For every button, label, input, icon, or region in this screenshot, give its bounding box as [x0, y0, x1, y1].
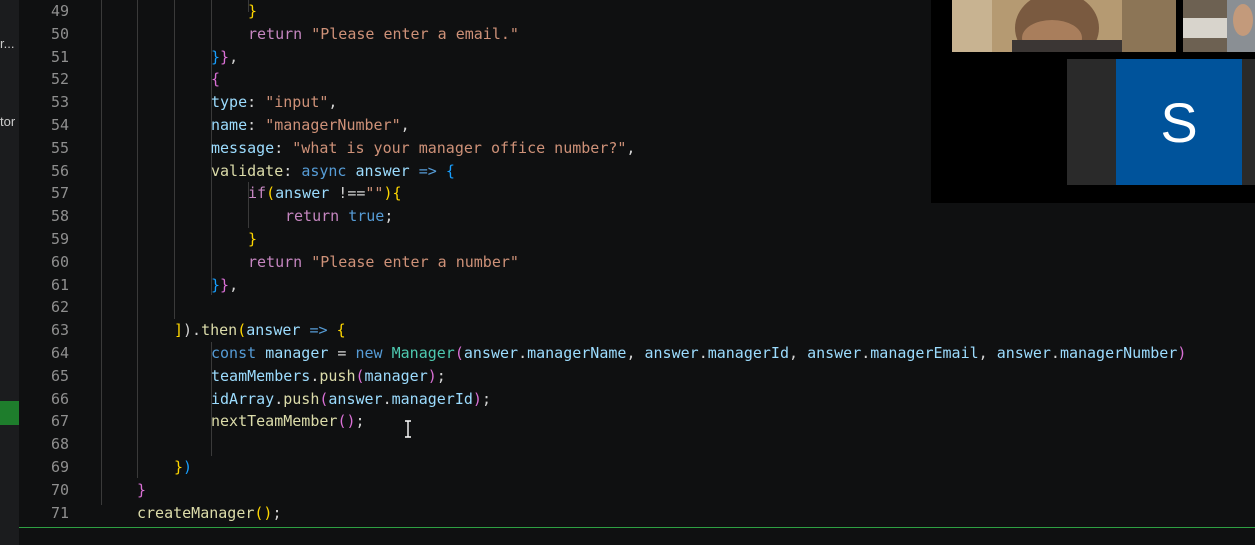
code-line-53: type: "input",	[211, 93, 338, 112]
line-number: 50	[50, 24, 69, 43]
code-line-56: validate: async answer => {	[211, 161, 455, 180]
line-number: 60	[50, 252, 69, 271]
line-number: 53	[50, 93, 69, 112]
code-line-63: ]).then(answer => {	[174, 321, 346, 340]
video-call-overlay[interactable]: S	[931, 0, 1255, 203]
participant-video-1[interactable]	[952, 0, 1176, 52]
code-line-50: return "Please enter a email."	[248, 24, 519, 43]
sidebar-item-truncated-1[interactable]: r...	[0, 36, 14, 51]
code-line-64: const manager = new Manager(answer.manag…	[211, 344, 1187, 362]
line-number: 59	[50, 230, 69, 248]
line-number: 57	[50, 184, 69, 203]
text-cursor-icon	[405, 420, 411, 438]
bottom-panel	[19, 528, 1255, 545]
line-number: 51	[50, 47, 69, 66]
line-number: 52	[50, 70, 69, 89]
code-line-51: }},	[211, 47, 239, 66]
line-number: 61	[50, 275, 69, 294]
indent-guide	[174, 0, 175, 319]
participant-video-2[interactable]	[1183, 0, 1255, 52]
avatar-initial: S	[1160, 90, 1198, 154]
line-number: 55	[50, 138, 69, 157]
line-number: 68	[50, 435, 69, 454]
indent-guide	[137, 0, 138, 478]
line-number: 66	[50, 389, 69, 408]
line-number: 62	[50, 298, 69, 317]
code-line-70: }	[137, 480, 147, 499]
line-number: 69	[50, 458, 69, 476]
indent-guide	[101, 0, 102, 505]
participant-tile-avatar[interactable]: S	[1067, 59, 1255, 185]
code-line-58: return true;	[285, 207, 394, 226]
code-line-49: }	[248, 2, 258, 20]
sidebar-item-truncated-2[interactable]: tor	[0, 114, 15, 129]
line-number: 67	[50, 412, 69, 431]
line-number: 63	[50, 321, 69, 340]
code-line-69: })	[174, 458, 193, 476]
code-line-71: createManager();	[137, 503, 282, 522]
code-line-67: nextTeamMember();	[211, 412, 365, 431]
line-number: 65	[50, 366, 69, 385]
code-line-54: name: "managerNumber",	[211, 116, 410, 134]
line-number: 56	[50, 161, 69, 180]
line-number: 49	[50, 2, 69, 20]
code-line-57: if(answer !==""){	[248, 184, 402, 203]
line-number-gutter: 49 50 51 52 53 54 55 56 57 58 59 60 61 6…	[19, 0, 71, 527]
code-line-66: idArray.push(answer.managerId);	[211, 389, 491, 408]
line-number: 71	[50, 503, 69, 522]
sidebar-active-indicator	[0, 401, 19, 425]
code-line-59: }	[248, 230, 258, 248]
line-number: 54	[50, 116, 69, 134]
code-line-55: message: "what is your manager office nu…	[211, 138, 636, 157]
line-number: 70	[50, 480, 69, 499]
line-number: 64	[50, 344, 69, 362]
code-line-52: {	[211, 70, 221, 89]
code-line-65: teamMembers.push(manager);	[211, 366, 446, 385]
explorer-sidebar: r... tor	[0, 0, 19, 545]
avatar: S	[1116, 59, 1242, 185]
code-line-61: }},	[211, 275, 239, 294]
code-line-60: return "Please enter a number"	[248, 252, 519, 271]
line-number: 58	[50, 207, 69, 226]
